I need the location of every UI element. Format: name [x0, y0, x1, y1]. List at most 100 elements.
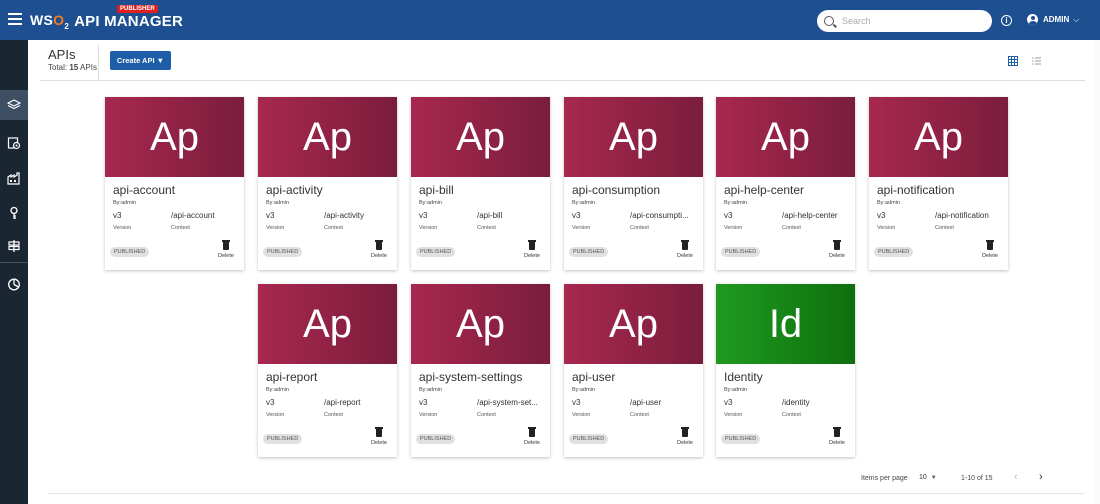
grid-view-icon[interactable]	[1008, 56, 1018, 66]
thumbnail-initials: Ap	[303, 114, 352, 159]
api-card[interactable]: Ap api-help-center By:admin v3/api-help-cen…	[716, 97, 855, 270]
delete-button[interactable]: Delete	[980, 240, 1000, 259]
sidebar-item-gateways[interactable]	[0, 231, 28, 261]
info-icon[interactable]: i	[1001, 15, 1012, 26]
context-label: Context	[935, 225, 954, 231]
items-per-page-select[interactable]: 10 ▼	[919, 474, 937, 481]
api-thumbnail[interactable]: Ap	[564, 97, 703, 177]
context-label: Context	[477, 225, 496, 231]
api-thumbnail[interactable]: Ap	[411, 284, 550, 364]
api-card[interactable]: Ap api-report By:admin v3/api-report Version…	[258, 284, 397, 457]
api-provider: By:admin	[266, 200, 289, 206]
version-label: Version	[266, 412, 285, 418]
api-card[interactable]: Ap api-consumption By:admin v3/api-consumpt…	[564, 97, 703, 270]
api-name-link[interactable]: api-report	[266, 370, 317, 384]
api-name-link[interactable]: api-account	[113, 183, 175, 197]
api-thumbnail[interactable]: Ap	[716, 97, 855, 177]
status-badge: PUBLISHED	[721, 434, 761, 444]
delete-button[interactable]: Delete	[675, 240, 695, 259]
api-context: /api-notification	[935, 211, 989, 220]
app-title: API MANAGER	[74, 12, 183, 30]
delete-label: Delete	[524, 440, 540, 446]
search-input[interactable]	[842, 16, 982, 26]
status-badge: PUBLISHED	[110, 247, 150, 257]
thumbnail-initials: Ap	[456, 301, 505, 346]
api-name-link[interactable]: api-help-center	[724, 183, 804, 197]
search-icon	[824, 16, 834, 26]
api-provider: By:admin	[572, 200, 595, 206]
api-thumbnail[interactable]: Ap	[411, 97, 550, 177]
api-thumbnail[interactable]: Ap	[564, 284, 703, 364]
delete-button[interactable]: Delete	[675, 427, 695, 446]
trash-icon	[528, 240, 536, 250]
sidebar-item-services[interactable]	[0, 163, 28, 193]
trash-icon	[528, 427, 536, 437]
api-card[interactable]: Ap api-account By:admin v3/api-account Versi…	[105, 97, 244, 270]
previous-page-button[interactable]: ‹	[1014, 471, 1018, 483]
trash-icon	[833, 240, 841, 250]
api-provider: By:admin	[572, 387, 595, 393]
next-page-button[interactable]: ›	[1039, 471, 1043, 483]
trash-icon	[681, 240, 689, 250]
delete-label: Delete	[829, 253, 845, 259]
version-label: Version	[724, 412, 743, 418]
api-name-link[interactable]: api-consumption	[572, 183, 660, 197]
sidebar-item-apis[interactable]	[0, 90, 28, 120]
delete-label: Delete	[677, 440, 693, 446]
api-card[interactable]: Ap api-bill By:admin v3/api-bill Version Cont…	[411, 97, 550, 270]
api-provider: By:admin	[724, 387, 747, 393]
api-provider: By:admin	[266, 387, 289, 393]
footer-divider	[48, 493, 1085, 494]
api-card[interactable]: Ap api-user By:admin v3/api-user Version Cont…	[564, 284, 703, 457]
api-version: v3	[724, 398, 733, 407]
status-badge: PUBLISHED	[874, 247, 914, 257]
api-thumbnail[interactable]: Id	[716, 284, 855, 364]
api-thumbnail[interactable]: Ap	[258, 284, 397, 364]
context-label: Context	[477, 412, 496, 418]
version-label: Version	[419, 225, 438, 231]
delete-button[interactable]: Delete	[369, 240, 389, 259]
api-version: v3	[419, 398, 428, 407]
api-name-link[interactable]: Identity	[724, 370, 763, 384]
delete-button[interactable]: Delete	[216, 240, 236, 259]
delete-button[interactable]: Delete	[827, 427, 847, 446]
app-logo[interactable]: WSO2 API MANAGER	[30, 12, 183, 31]
api-name-link[interactable]: api-system-settings	[419, 370, 522, 384]
user-menu[interactable]: ADMIN ⌵	[1027, 14, 1079, 25]
sidebar-item-api-settings[interactable]	[0, 128, 28, 158]
signpost-icon	[8, 240, 20, 252]
api-thumbnail[interactable]: Ap	[869, 97, 1008, 177]
items-per-page-label: Items per page	[861, 475, 908, 482]
api-card[interactable]: Id Identity By:admin v3/identity Version Cont…	[716, 284, 855, 457]
api-name-link[interactable]: api-notification	[877, 183, 954, 197]
status-badge: PUBLISHED	[263, 434, 303, 444]
scrollbar[interactable]	[1094, 40, 1100, 504]
api-name-link[interactable]: api-activity	[266, 183, 323, 197]
delete-button[interactable]: Delete	[827, 240, 847, 259]
api-context: /api-system-set...	[477, 398, 538, 407]
api-name-link[interactable]: api-bill	[419, 183, 454, 197]
status-badge: PUBLISHED	[569, 247, 609, 257]
delete-label: Delete	[677, 253, 693, 259]
api-card[interactable]: Ap api-activity By:admin v3/api-activity Ver…	[258, 97, 397, 270]
api-context: /api-activity	[324, 211, 365, 220]
hamburger-menu-icon[interactable]	[8, 13, 22, 25]
api-provider: By:admin	[113, 200, 136, 206]
search-box[interactable]	[817, 10, 992, 32]
context-label: Context	[630, 225, 649, 231]
delete-button[interactable]: Delete	[369, 427, 389, 446]
api-name-link[interactable]: api-user	[572, 370, 615, 384]
trash-icon	[375, 427, 383, 437]
sidebar-item-analytics[interactable]	[0, 269, 28, 299]
delete-button[interactable]: Delete	[522, 427, 542, 446]
sidebar-item-keys[interactable]	[0, 198, 28, 228]
create-api-button[interactable]: Create API ▼	[110, 51, 171, 70]
api-card[interactable]: Ap api-system-settings By:admin v3/api-syst…	[411, 284, 550, 457]
api-thumbnail[interactable]: Ap	[105, 97, 244, 177]
delete-button[interactable]: Delete	[522, 240, 542, 259]
api-thumbnail[interactable]: Ap	[258, 97, 397, 177]
status-badge: PUBLISHED	[416, 247, 456, 257]
version-label: Version	[572, 225, 591, 231]
api-card[interactable]: Ap api-notification By:admin v3/api-notific…	[869, 97, 1008, 270]
list-view-icon[interactable]	[1032, 57, 1041, 65]
